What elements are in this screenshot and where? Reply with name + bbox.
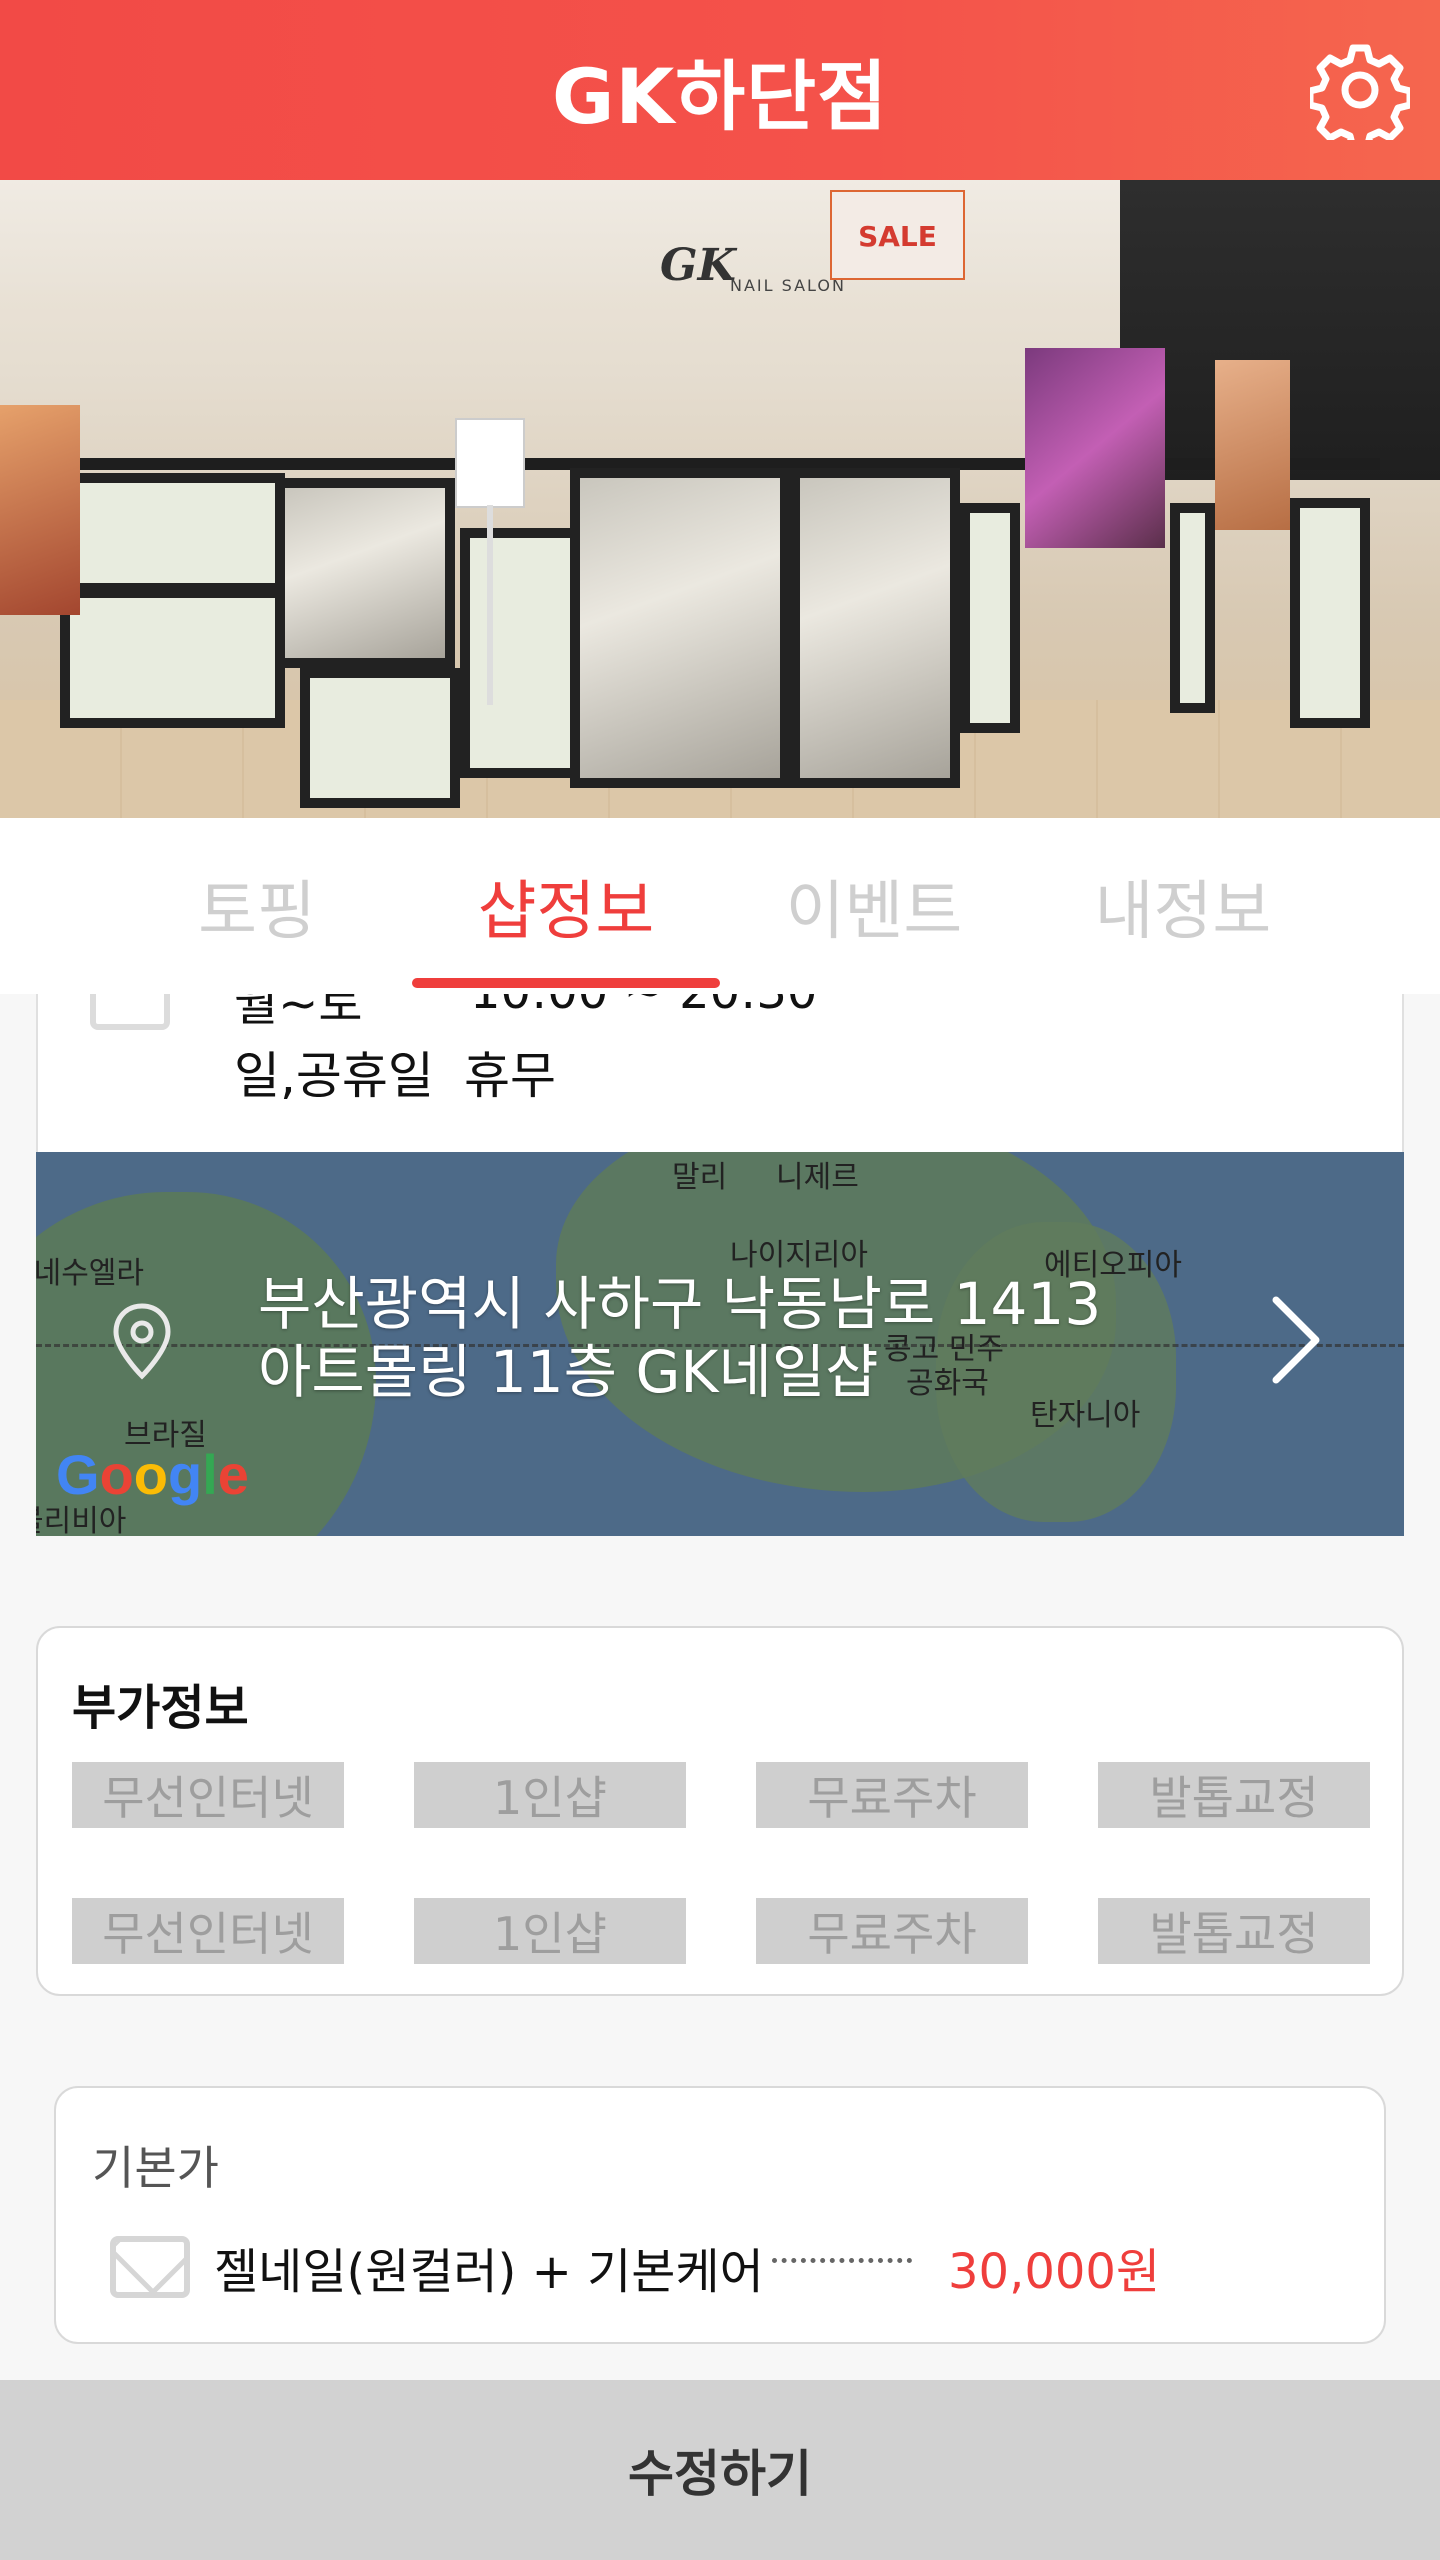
map-label: 말리	[672, 1160, 728, 1195]
hours-value: 휴무	[464, 1047, 556, 1105]
location-map[interactable]: 말리 니제르 나이지리아 에티오피아 베네수엘라 콩고 민주 공화국 탄자니아 …	[36, 1152, 1404, 1536]
google-logo: Google	[56, 1443, 249, 1506]
tab-shop-info[interactable]: 샵정보	[436, 818, 696, 994]
edit-button[interactable]: 수정하기	[0, 2380, 1440, 2560]
base-price-title: 기본가	[92, 2141, 219, 2195]
amenity-chip: 1인샵	[414, 1898, 686, 1964]
tab-bar: 토핑 샵정보 이벤트 내정보	[0, 818, 1440, 994]
shop-sign: GK	[660, 240, 736, 291]
shop-door-window	[790, 468, 960, 788]
sale-sign: SALE	[830, 190, 965, 280]
envelope-icon	[110, 2236, 190, 2298]
price-item-value: 30,000원	[948, 2244, 1161, 2300]
page-title: GK하단점	[551, 52, 889, 141]
panel	[300, 668, 460, 808]
hours-day: 월~토	[234, 994, 363, 1032]
dotted-leader	[772, 2258, 912, 2263]
poster	[1215, 360, 1290, 530]
map-label: 나이지리아	[730, 1238, 868, 1273]
price-item-name: 젤네일(원컬러) + 기본케어	[214, 2244, 764, 2300]
amenity-chip: 무선인터넷	[72, 1898, 344, 1964]
tab-event[interactable]: 이벤트	[744, 818, 1004, 994]
app-header: GK하단점	[0, 0, 1440, 180]
hours-time: 10:00 ~ 20:30	[470, 994, 817, 1020]
clock-icon	[90, 994, 170, 1030]
map-label: 베네수엘라	[36, 1256, 144, 1291]
sign-stand-pole	[487, 505, 493, 705]
shop-sign-sub: NAIL SALON	[730, 276, 846, 295]
panel	[1170, 503, 1215, 713]
active-tab-indicator	[412, 978, 720, 988]
amenity-chip: 무료주차	[756, 1762, 1028, 1828]
shop-photo: GK NAIL SALON SALE	[0, 180, 1440, 818]
gear-icon[interactable]	[1310, 40, 1410, 140]
chevron-right-icon[interactable]	[1266, 1292, 1326, 1388]
tab-topping[interactable]: 토핑	[127, 818, 387, 994]
extra-info-title: 부가정보	[72, 1680, 249, 1736]
tab-my-info[interactable]: 내정보	[1053, 818, 1313, 994]
shop-address: 부산광역시 사하구 낙동남로 1413 아트몰링 11층 GK네일샵	[258, 1270, 1101, 1406]
address-line-1: 부산광역시 사하구 낙동남로 1413	[258, 1270, 1102, 1338]
panel	[960, 503, 1020, 733]
location-pin-icon	[113, 1303, 171, 1380]
panel	[460, 528, 580, 778]
panel	[60, 588, 285, 728]
panel	[60, 473, 285, 593]
shop-door-window	[570, 468, 790, 788]
map-label: 니제르	[776, 1160, 859, 1195]
storefront	[0, 288, 1380, 808]
hours-row: 월~토 10:00 ~ 20:30	[234, 994, 817, 1034]
poster	[1025, 348, 1165, 548]
hours-day: 일,공휴일	[234, 1047, 434, 1105]
amenity-chip: 발톱교정	[1098, 1898, 1370, 1964]
base-price-card: 기본가 젤네일(원컬러) + 기본케어 30,000원	[54, 2086, 1386, 2344]
address-line-2: 아트몰링 11층 GK네일샵	[258, 1338, 879, 1406]
sign-stand	[455, 418, 525, 508]
amenity-chip: 발톱교정	[1098, 1762, 1370, 1828]
window	[275, 478, 455, 668]
poster	[0, 405, 80, 615]
business-hours-card: 월~토 10:00 ~ 20:30 일,공휴일 휴무	[36, 994, 1404, 1152]
amenity-chip: 무선인터넷	[72, 1762, 344, 1828]
amenity-chip: 1인샵	[414, 1762, 686, 1828]
extra-info-card: 부가정보 무선인터넷 1인샵 무료주차 발톱교정 무선인터넷 1인샵 무료주차 …	[36, 1626, 1404, 1996]
panel	[1290, 498, 1370, 728]
amenity-chip: 무료주차	[756, 1898, 1028, 1964]
